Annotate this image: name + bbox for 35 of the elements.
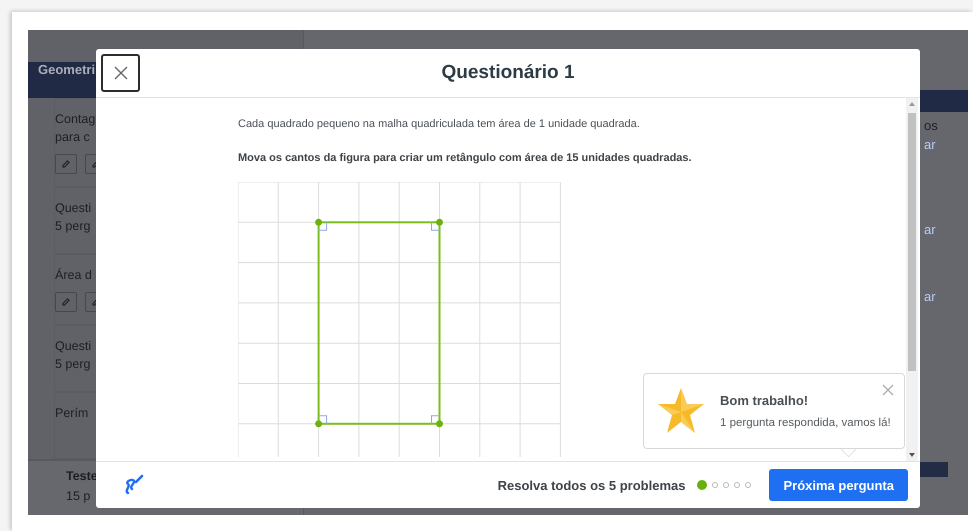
pencil-button[interactable] [55, 154, 77, 174]
dialog-title: Questionário 1 [441, 62, 575, 84]
toast-title: Bom trabalho! [720, 393, 810, 408]
next-question-button[interactable]: Próxima pergunta [769, 469, 908, 501]
link-fragment[interactable]: ar [920, 222, 936, 237]
text-fragment: os [923, 118, 938, 133]
toast-message: 1 pergunta respondida, vamos lá! [720, 417, 891, 429]
module-item-title: Questi [55, 339, 92, 354]
pencil-icon [61, 297, 71, 308]
module-item-title: Contag [55, 112, 96, 126]
task-text: Mova os cantos da figura para criar um retângulo com área de 15 unidades quadradas. [238, 152, 693, 164]
instruction-text: Cada quadrado pequeno na malha quadriculada tem área de 1 unidade quadrada. [238, 118, 641, 130]
scroll-up-icon[interactable] [909, 102, 915, 106]
rectangle-shape[interactable] [315, 218, 443, 428]
pencil-icon [61, 159, 71, 170]
course-title: Geometri [38, 62, 96, 77]
progress-label: Resolva todos os 5 problemas [498, 478, 686, 492]
close-button[interactable] [101, 54, 140, 92]
pencil-button[interactable] [55, 292, 77, 312]
module-item-subtitle: 5 perg [55, 357, 90, 372]
close-icon [114, 66, 128, 80]
header-bar [920, 90, 968, 112]
module-item-title: Perím [55, 406, 88, 420]
link-fragment[interactable]: ar [920, 137, 936, 152]
link-fragment[interactable]: ar [920, 289, 936, 304]
module-item-subtitle: para c [55, 130, 90, 144]
test-title: Teste [66, 469, 98, 484]
module-item-title: Questi [55, 201, 92, 216]
module-item-title: Área d [55, 268, 92, 282]
module-item-subtitle: 5 perg [55, 219, 90, 234]
scroll-down-icon[interactable] [909, 453, 915, 457]
close-icon [882, 384, 894, 396]
scrollbar[interactable] [906, 98, 918, 461]
star-icon [656, 386, 706, 436]
test-subtitle: 15 p [66, 489, 90, 504]
